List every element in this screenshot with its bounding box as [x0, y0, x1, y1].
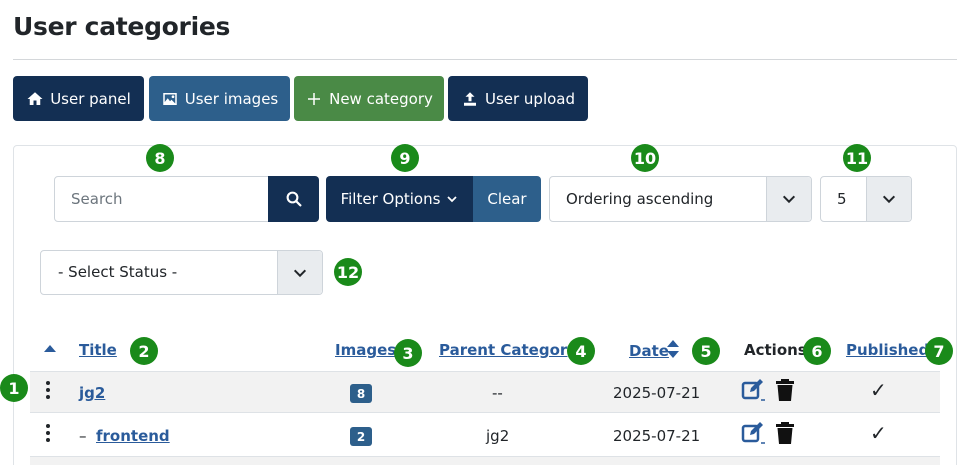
ordering-dropdown-toggle[interactable] — [766, 177, 811, 221]
user-panel-label: User panel — [50, 89, 131, 108]
marker-1: 1 — [0, 374, 28, 402]
marker-10: 10 — [631, 144, 659, 172]
row-indent-dash: – — [79, 427, 87, 445]
user-panel-button[interactable]: User panel — [13, 76, 144, 121]
published-check-icon[interactable]: ✓ — [870, 421, 887, 445]
search-icon — [286, 191, 301, 207]
clear-button[interactable]: Clear — [473, 176, 541, 222]
title-divider — [13, 59, 957, 60]
row-date: 2025-07-21 — [613, 427, 701, 445]
ordering-value: Ordering ascending — [566, 190, 714, 208]
marker-5: 5 — [692, 337, 720, 365]
row-date: 2025-07-21 — [613, 384, 701, 402]
row-menu-icon[interactable] — [43, 424, 53, 444]
marker-3: 3 — [394, 339, 422, 367]
header-images[interactable]: Images — [335, 341, 396, 359]
header-published[interactable]: Published — [846, 341, 929, 359]
trash-icon[interactable] — [775, 421, 795, 445]
limit-value: 5 — [837, 190, 847, 208]
status-value: - Select Status - — [58, 263, 178, 281]
marker-4: 4 — [567, 337, 595, 365]
marker-7: 7 — [925, 337, 953, 365]
limit-dropdown-toggle[interactable] — [866, 177, 911, 221]
published-check-icon[interactable]: ✓ — [870, 378, 887, 402]
search-placeholder: Search — [71, 190, 123, 208]
search-button[interactable] — [268, 176, 319, 222]
user-upload-label: User upload — [484, 89, 576, 108]
filter-options-label: Filter Options — [340, 190, 441, 208]
header-date[interactable]: Date — [629, 342, 669, 360]
user-images-button[interactable]: User images — [149, 76, 290, 121]
chevron-down-icon — [447, 196, 458, 203]
row-title-link[interactable]: frontend — [96, 427, 170, 445]
new-category-label: New category — [329, 89, 433, 108]
table-row — [30, 371, 940, 413]
status-dropdown-toggle[interactable] — [277, 251, 322, 294]
marker-11: 11 — [843, 144, 871, 172]
home-icon — [27, 91, 43, 105]
row-menu-icon[interactable] — [43, 381, 53, 401]
chevron-down-icon — [782, 195, 796, 204]
user-images-label: User images — [184, 89, 279, 108]
chevron-down-icon — [882, 195, 896, 204]
row-title-link[interactable]: jg2 — [79, 384, 105, 402]
trash-icon[interactable] — [775, 378, 795, 402]
marker-8: 8 — [146, 144, 174, 172]
image-icon — [163, 92, 177, 105]
page-title: User categories — [13, 12, 231, 41]
sort-ascending-icon[interactable] — [43, 343, 57, 353]
row-parent-category: -- — [492, 384, 503, 402]
row-parent-category: jg2 — [486, 427, 510, 445]
user-upload-button[interactable]: User upload — [448, 76, 588, 121]
images-count-badge[interactable]: 8 — [350, 384, 372, 403]
marker-9: 9 — [391, 144, 419, 172]
plus-icon — [308, 92, 321, 105]
upload-icon — [463, 91, 476, 106]
header-title[interactable]: Title — [79, 341, 117, 359]
sort-icon[interactable] — [666, 338, 680, 360]
edit-icon[interactable] — [741, 421, 767, 445]
marker-6: 6 — [803, 337, 831, 365]
images-count-badge[interactable]: 2 — [350, 427, 372, 446]
marker-2: 2 — [130, 337, 158, 365]
table-row — [30, 457, 940, 465]
filter-options-button[interactable]: Filter Options — [326, 176, 473, 222]
header-actions: Actions — [744, 341, 807, 359]
header-parent-category[interactable]: Parent Category — [439, 341, 577, 359]
marker-12: 12 — [334, 258, 362, 286]
new-category-button[interactable]: New category — [294, 76, 444, 121]
chevron-down-icon — [293, 269, 307, 277]
edit-icon[interactable] — [741, 378, 767, 402]
